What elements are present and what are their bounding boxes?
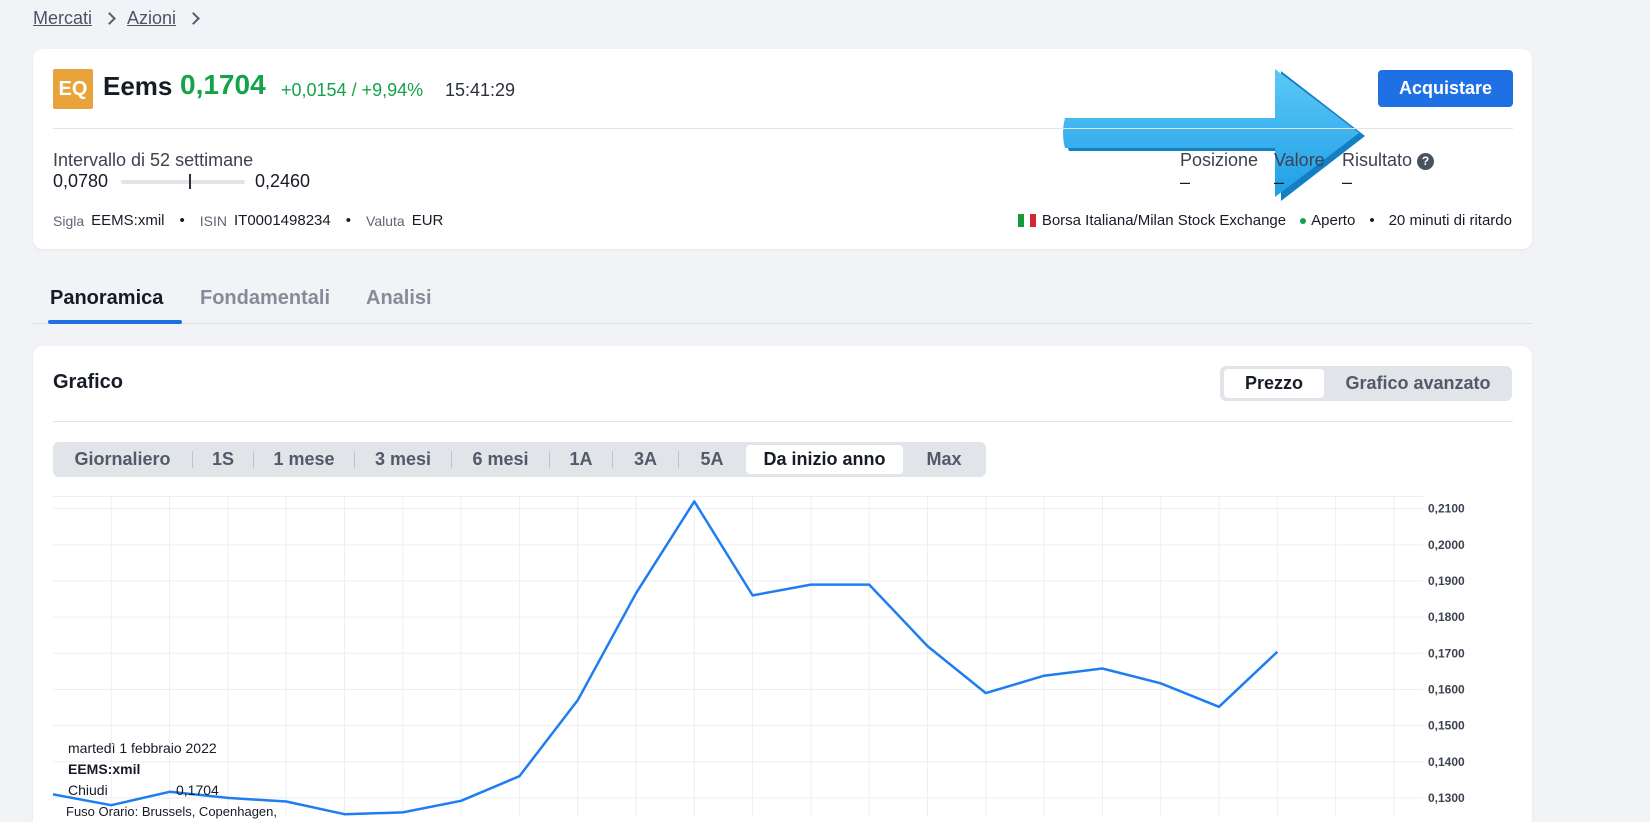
range-low: 0,0780 xyxy=(53,171,109,191)
data-point xyxy=(634,591,638,595)
y-tick-label: 0,1500 xyxy=(1428,719,1465,733)
stock-header-card: EQ Eems 0,1704 +0,0154 / +9,94% 15:41:29… xyxy=(33,49,1532,249)
mode-prezzo[interactable]: Prezzo xyxy=(1224,369,1324,398)
meta-value-valuta: EUR xyxy=(411,212,444,229)
tab-analisi[interactable]: Analisi xyxy=(366,275,432,324)
value-column: Valore – xyxy=(1274,150,1325,193)
data-point xyxy=(576,698,580,702)
data-point xyxy=(1042,674,1046,678)
data-point xyxy=(517,774,521,778)
data-point xyxy=(401,810,405,814)
value-value: – xyxy=(1274,172,1285,192)
y-tick-label: 0,1800 xyxy=(1428,610,1465,624)
stock-change: +0,0154 / +9,94% xyxy=(281,80,424,100)
equity-badge: EQ xyxy=(53,69,93,109)
data-point xyxy=(1275,650,1279,654)
divider xyxy=(53,421,1513,422)
tooltip-close-value: 0,1704 xyxy=(176,782,219,798)
data-point xyxy=(459,799,463,803)
tooltip-date: martedì 1 febbraio 2022 xyxy=(68,740,217,756)
meta-value-isin: IT0001498234 xyxy=(233,212,331,229)
period-3a[interactable]: 3A xyxy=(613,445,678,474)
y-tick-label: 0,1400 xyxy=(1428,755,1465,769)
delay-info: 20 minuti di ritardo xyxy=(1388,212,1512,229)
exchange-name: Borsa Italiana/Milan Stock Exchange xyxy=(1041,212,1287,229)
quote-time: 15:41:29 xyxy=(445,80,516,100)
data-point xyxy=(692,499,696,503)
period-1-mese[interactable]: 1 mese xyxy=(254,445,354,474)
y-tick-label: 0,1600 xyxy=(1428,682,1465,696)
market-open-icon xyxy=(1300,217,1307,224)
period-da-inizio-anno[interactable]: Da inizio anno xyxy=(746,445,903,474)
tooltip-close-row: Chiudi 0,1704 xyxy=(68,780,308,801)
period-1s[interactable]: 1S xyxy=(193,445,253,474)
tooltip-close-label: Chiudi xyxy=(68,782,108,798)
meta-key-isin: ISIN xyxy=(199,212,227,229)
buy-button[interactable]: Acquistare xyxy=(1378,70,1513,107)
tooltip-timezone: Fuso Orario: Brussels, Copenhagen, Madri… xyxy=(66,804,277,819)
breadcrumb-azioni[interactable]: Azioni xyxy=(127,8,176,29)
separator-dot: • xyxy=(345,212,352,229)
result-value: – xyxy=(1342,172,1353,192)
result-label: Risultato xyxy=(1342,150,1413,170)
y-tick-label: 0,1900 xyxy=(1428,574,1465,588)
period-1a[interactable]: 1A xyxy=(550,445,612,474)
chart-title: Grafico xyxy=(53,371,124,393)
meta-value-sigla: EEMS:xmil xyxy=(91,212,165,229)
separator-dot: • xyxy=(1369,212,1375,229)
period-giornaliero[interactable]: Giornaliero xyxy=(53,445,192,474)
data-point xyxy=(867,583,871,587)
tab-fondamentali[interactable]: Fondamentali xyxy=(200,275,330,324)
breadcrumb: Mercati Azioni xyxy=(33,6,211,30)
range-track xyxy=(121,180,245,184)
tab-panoramica[interactable]: Panoramica xyxy=(50,275,163,324)
chart-mode-toggle: Prezzo Grafico avanzato xyxy=(1220,366,1512,401)
position-value: – xyxy=(1180,172,1191,192)
y-tick-label: 0,1700 xyxy=(1428,646,1465,660)
market-status: Aperto xyxy=(1311,212,1356,229)
active-tab-indicator xyxy=(48,320,182,324)
data-point xyxy=(1217,705,1221,709)
help-icon[interactable]: ? xyxy=(1417,152,1435,170)
separator-dot: • xyxy=(179,212,185,229)
value-label: Valore xyxy=(1274,150,1325,170)
period-3-mesi[interactable]: 3 mesi xyxy=(355,445,451,474)
data-point xyxy=(751,593,755,597)
data-point xyxy=(809,583,813,587)
chart-tooltip: martedì 1 febbraio 2022 EEMS:xmil Chiudi… xyxy=(66,738,308,822)
result-column: Risultato? – xyxy=(1342,150,1435,193)
period-selector: Giornaliero 1S 1 mese 3 mesi 6 mesi 1A 3… xyxy=(53,442,986,477)
period-5a[interactable]: 5A xyxy=(679,445,745,474)
data-point xyxy=(926,644,930,648)
chevron-right-icon xyxy=(187,11,200,25)
stock-meta: Sigla EEMS:xmil • ISIN IT0001498234 • Va… xyxy=(53,212,443,229)
range-marker xyxy=(189,174,192,189)
section-tabs: Panoramica Fondamentali Analisi xyxy=(33,275,1532,324)
tooltip-symbol: EEMS:xmil xyxy=(68,761,141,777)
italy-flag-icon xyxy=(1017,214,1036,227)
y-tick-label: 0,1300 xyxy=(1428,791,1465,805)
period-6-mesi[interactable]: 6 mesi xyxy=(452,445,549,474)
divider xyxy=(53,128,1513,129)
stock-price: 0,1704 xyxy=(180,69,266,100)
chevron-right-icon xyxy=(103,11,116,25)
meta-key-sigla: Sigla xyxy=(53,212,85,229)
mode-grafico-avanzato[interactable]: Grafico avanzato xyxy=(1326,369,1510,398)
period-max[interactable]: Max xyxy=(905,445,983,474)
range-high: 0,2460 xyxy=(255,171,311,191)
y-tick-label: 0,2100 xyxy=(1428,502,1465,516)
stock-name: Eems xyxy=(103,71,173,101)
position-column: Posizione – xyxy=(1180,150,1258,193)
position-label: Posizione xyxy=(1180,150,1259,170)
data-point xyxy=(1159,681,1163,685)
breadcrumb-mercati[interactable]: Mercati xyxy=(33,8,92,29)
data-point xyxy=(1100,666,1104,670)
meta-key-valuta: Valuta xyxy=(366,212,405,229)
chart-card: Grafico Prezzo Grafico avanzato Giornali… xyxy=(33,346,1532,822)
range-label: Intervallo di 52 settimane xyxy=(53,150,254,170)
data-point xyxy=(984,691,988,695)
y-tick-label: 0,2000 xyxy=(1428,538,1465,552)
exchange-info: Borsa Italiana/Milan Stock Exchange Aper… xyxy=(1017,212,1512,229)
